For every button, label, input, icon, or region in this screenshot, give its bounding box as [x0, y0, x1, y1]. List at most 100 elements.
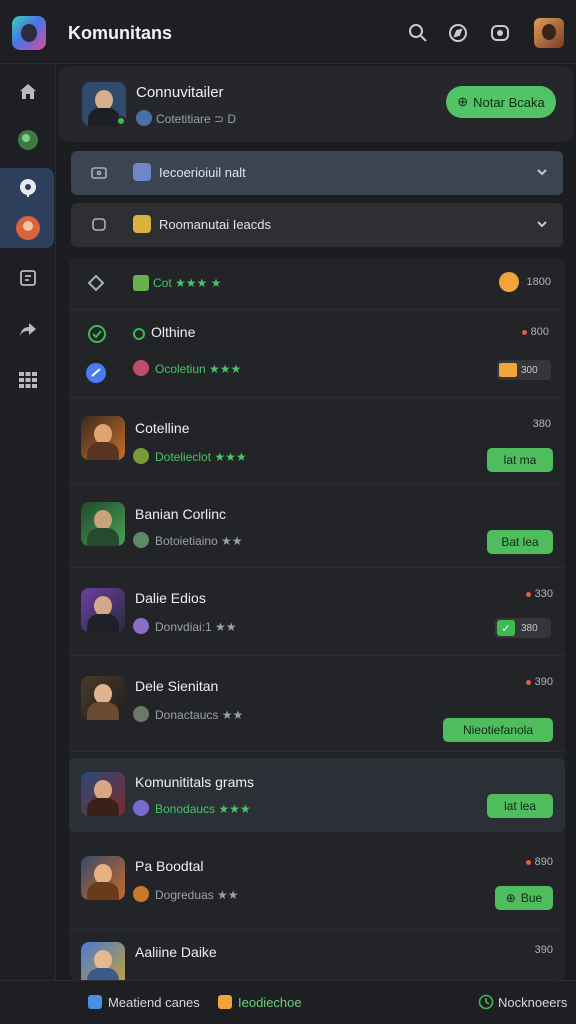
chat-bubble-icon [92, 218, 106, 231]
category-emoji-icon [133, 163, 151, 181]
bottom-bar: Meatiend canes Ieodiechoe Nocknoeers [0, 980, 576, 1024]
chevron-down-icon [537, 169, 547, 176]
list-item[interactable]: Olthine Ocoletiun ★★★ 800 300 [69, 310, 565, 398]
category-emoji-icon [133, 215, 151, 233]
item-subtitle: Bonodaucs ★★★ [155, 802, 251, 816]
item-count: 1800 [526, 276, 551, 288]
item-count: 380 [532, 418, 551, 430]
join-button[interactable]: Bat lea [487, 530, 553, 554]
item-name: Dele Sienitan [135, 678, 219, 694]
join-icon: ⊕ [505, 891, 516, 905]
item-emoji-icon [133, 275, 149, 291]
item-avatar-icon [133, 448, 149, 464]
join-button[interactable]: lat lea [487, 794, 553, 818]
discover-icon[interactable] [12, 172, 44, 204]
list-item[interactable]: Dele Sienitan Donactaucs ★★ 390 Nieotief… [69, 656, 565, 752]
avatar-icon[interactable] [12, 212, 44, 244]
community-list: Cot ★★★ ★ 1800 Olthine Ocoletiun ★★★ 800… [69, 258, 565, 980]
check-icon: ✓ [497, 620, 515, 636]
home-icon[interactable] [12, 76, 44, 108]
item-name: Cot ★★★ ★ [153, 276, 222, 290]
item-subtitle: Donactaucs ★★ [155, 708, 244, 722]
item-avatar-icon [133, 360, 149, 376]
item-count: 890 [513, 856, 553, 868]
list-item-highlighted[interactable]: Komunititals grams Bonodaucs ★★★ lat lea [69, 758, 565, 832]
item-avatar-icon [133, 800, 149, 816]
folder-icon [218, 995, 232, 1009]
discord-icon [86, 363, 106, 383]
clock-icon [478, 994, 494, 1010]
clipboard-icon[interactable] [12, 262, 44, 294]
search-icon[interactable] [407, 22, 429, 44]
item-avatar [81, 502, 125, 546]
list-item[interactable]: Dalie Edios Donvdiai:1 ★★ 330 ✓ 380 [69, 568, 565, 656]
bottom-link-left[interactable]: Meatiend canes [108, 995, 200, 1010]
top-bar: Komunitans [0, 0, 576, 64]
coin-icon [499, 272, 519, 292]
online-status-dot [116, 116, 126, 126]
community-name: Connuvitailer [136, 84, 224, 101]
chat-icon[interactable] [489, 22, 511, 44]
item-subtitle: Ocoletiun ★★★ [155, 362, 242, 376]
item-count: 330 [513, 588, 553, 600]
join-button[interactable]: ⊕ Notar Bcaka [446, 86, 556, 118]
item-avatar-icon [133, 532, 149, 548]
item-name: Pa Boodtal [135, 858, 204, 874]
item-name: Dalie Edios [135, 590, 206, 606]
list-item[interactable]: Aaliine Daike 390 [69, 930, 565, 980]
grid-icon[interactable] [12, 364, 44, 396]
list-item[interactable]: Cotelline Dotelieclot ★★★ 380 lat ma [69, 398, 565, 484]
join-button[interactable]: ⊕ Bue [495, 886, 553, 910]
bottom-link-right[interactable]: Nocknoeers [498, 995, 567, 1010]
join-icon: ⊕ [457, 94, 469, 109]
item-badge: ✓ 380 [495, 618, 551, 638]
item-name: Cotelline [135, 420, 190, 436]
community-header-card: Connuvitailer Cotetitiare ⊃ D ⊕ Notar Bca… [58, 66, 574, 142]
item-avatar-icon [133, 886, 149, 902]
item-subtitle: Dotelieclot ★★★ [155, 450, 247, 464]
game-icon[interactable] [12, 124, 44, 156]
item-count: 390 [534, 944, 553, 956]
item-avatar [81, 676, 125, 720]
item-avatar-icon [133, 618, 149, 634]
bottom-link-middle[interactable]: Ieodiechoe [238, 995, 302, 1010]
item-avatar [81, 942, 125, 980]
chevron-down-icon [537, 221, 547, 228]
item-name: Olthine [151, 324, 196, 340]
screen-icon [91, 167, 107, 179]
list-item[interactable]: Cot ★★★ ★ 1800 [69, 258, 565, 310]
item-badge: 300 [497, 360, 551, 380]
calendar-icon [88, 995, 102, 1009]
ticket-icon [499, 363, 517, 377]
category-dropdown-1[interactable]: Iecoerioiuil nalt [71, 151, 563, 195]
app-window: Komunitans Connuvitailer Cotetitiare ⊃ D… [0, 0, 576, 1024]
dropdown-label: Roomanutai Ieacds [159, 217, 272, 232]
item-avatar [81, 772, 125, 816]
app-logo[interactable] [12, 16, 46, 50]
item-avatar [81, 856, 125, 900]
diamond-icon [87, 274, 105, 292]
join-button[interactable]: lat ma [487, 448, 553, 472]
list-item[interactable]: Banian Corlinc Botoietiaino ★★ Bat lea [69, 484, 565, 568]
dropdown-label: Iecoerioiuil nalt [159, 165, 246, 180]
subtitle-avatar-icon [136, 110, 152, 126]
item-name: Komunititals grams [135, 774, 255, 790]
app-title: Komunitans [68, 23, 173, 43]
item-name: Aaliine Daike [135, 944, 217, 960]
item-subtitle: Botoietiaino ★★ [155, 534, 243, 548]
profile-avatar[interactable] [534, 18, 564, 48]
item-avatar [81, 588, 125, 632]
compass-icon[interactable] [447, 22, 469, 44]
item-avatar-icon [133, 706, 149, 722]
item-subtitle: Dogreduas ★★ [155, 888, 239, 902]
sidebar [0, 64, 56, 980]
item-subtitle: Donvdiai:1 ★★ [155, 620, 237, 634]
join-button[interactable]: Nieotiefanola [443, 718, 553, 742]
online-status-icon [133, 328, 145, 340]
check-circle-icon [88, 325, 106, 343]
item-avatar [81, 416, 125, 460]
list-item[interactable]: Pa Boodtal Dogreduas ★★ 890 ⊕ Bue [69, 842, 565, 930]
category-dropdown-2[interactable]: Roomanutai Ieacds [71, 203, 563, 247]
main-content: Connuvitailer Cotetitiare ⊃ D ⊕ Notar Bca… [58, 64, 576, 980]
share-icon[interactable] [12, 314, 44, 346]
